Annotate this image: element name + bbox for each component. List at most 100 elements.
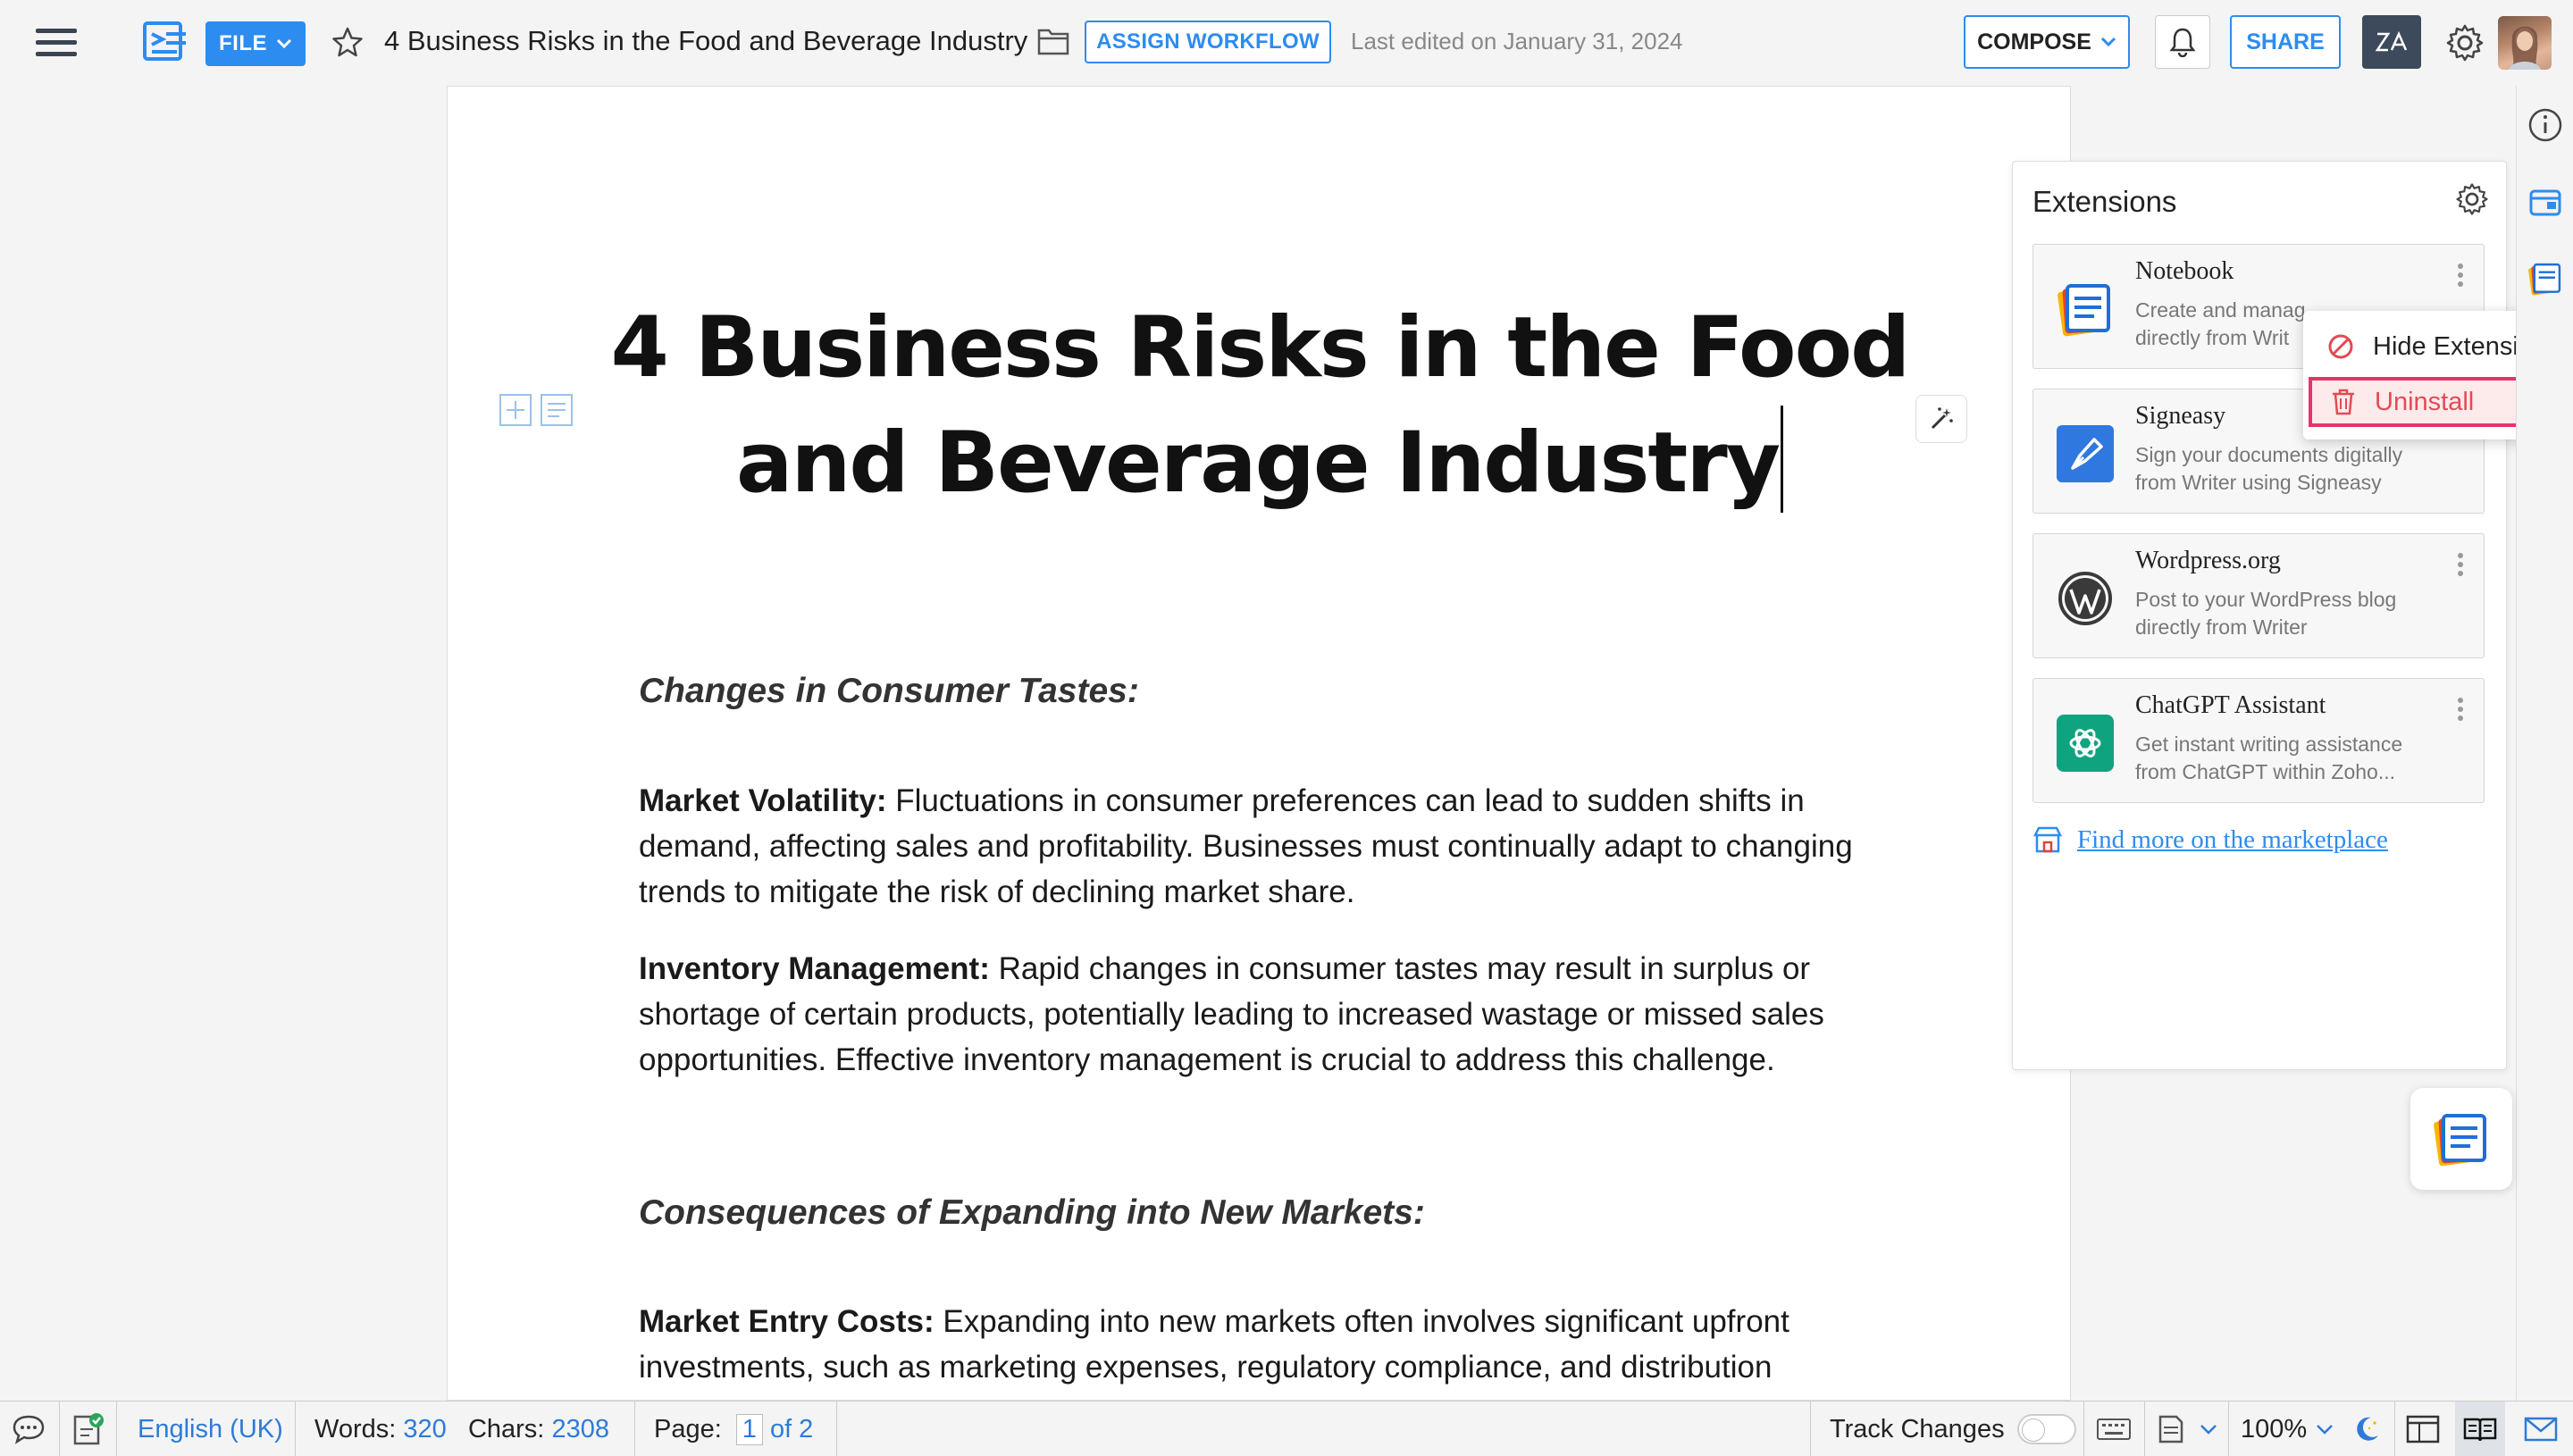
track-changes-toggle[interactable] <box>2016 1414 2076 1444</box>
divider <box>836 1402 837 1456</box>
user-avatar[interactable] <box>2498 16 2552 70</box>
section-heading: Changes in Consumer Tastes: <box>639 672 1139 710</box>
block-handles <box>499 393 574 427</box>
paragraph: Market Entry Costs: Expanding into new m… <box>639 1299 1907 1390</box>
divider <box>2228 1402 2229 1456</box>
share-button[interactable]: SHARE <box>2230 15 2341 69</box>
night-mode-icon[interactable] <box>2351 1402 2382 1456</box>
last-edited-text: Last edited on January 31, 2024 <box>1351 28 1683 54</box>
marketplace-store-icon <box>2032 826 2063 853</box>
extension-card-chatgpt[interactable]: ChatGPT Assistant Get instant writing as… <box>2032 678 2485 803</box>
chevron-down-icon <box>2317 1425 2334 1435</box>
settings-gear-icon[interactable] <box>2444 22 2485 63</box>
comments-icon[interactable] <box>11 1402 46 1456</box>
extensions-panel: Extensions Notebook Create and manag dire… <box>2012 161 2507 1070</box>
top-toolbar: FILE 4 Business Risks in the Food and Be… <box>0 0 2573 86</box>
page-indicator: Page: 1 of 2 <box>654 1402 813 1456</box>
prohibited-icon <box>2328 334 2353 359</box>
uninstall-label: Uninstall <box>2375 387 2475 416</box>
add-block-icon[interactable] <box>499 393 532 427</box>
words-value: 320 <box>403 1414 447 1443</box>
trash-icon <box>2333 389 2354 415</box>
paragraph-lead: Market Volatility: <box>639 783 887 818</box>
heading-line-1: 4 Business Risks in the Food <box>610 299 1911 397</box>
status-bar: English (UK) Words: 320 Chars: 2308 Page… <box>0 1401 2573 1456</box>
bell-icon <box>2169 28 2196 57</box>
chars-value: 2308 <box>551 1414 609 1443</box>
print-layout-view-icon[interactable] <box>2405 1402 2441 1456</box>
folder-icon[interactable] <box>1036 25 1070 57</box>
track-changes-label: Track Changes <box>1830 1414 2005 1443</box>
file-menu-button[interactable]: FILE <box>205 21 306 66</box>
page-number-input[interactable]: 1 <box>735 1413 763 1445</box>
signeasy-icon <box>2053 422 2117 486</box>
extensions-rail-icon[interactable] <box>2526 182 2565 222</box>
chars-label: Chars: <box>467 1414 545 1443</box>
divider <box>116 1402 117 1456</box>
chevron-down-icon <box>2200 1425 2217 1435</box>
paragraph-lead: Inventory Management: <box>639 951 990 986</box>
doc-status-check-icon[interactable] <box>70 1402 105 1456</box>
reading-view-icon[interactable] <box>2455 1402 2505 1456</box>
chevron-down-icon <box>2100 37 2116 47</box>
notebook-rail-icon[interactable] <box>2526 259 2565 298</box>
more-options-icon[interactable] <box>2455 261 2466 289</box>
floating-notebook-button[interactable] <box>2410 1088 2512 1190</box>
hamburger-menu-icon[interactable] <box>32 23 82 63</box>
divider <box>59 1402 60 1456</box>
star-favorite-icon[interactable] <box>331 25 365 59</box>
paragraph-lead: Market Entry Costs: <box>639 1304 934 1339</box>
extension-description: Post to your WordPress blog directly from… <box>2135 586 2439 641</box>
zoom-value: 100% <box>2241 1414 2308 1443</box>
wordpress-icon <box>2053 566 2117 631</box>
chatgpt-icon <box>2053 711 2117 775</box>
extensions-title: Extensions <box>2032 185 2177 218</box>
notebook-icon <box>2434 1114 2486 1167</box>
document-heading[interactable]: 4 Business Risks in the Food and Beverag… <box>572 291 1948 521</box>
page-layout-dropdown[interactable] <box>2155 1402 2217 1456</box>
extension-name: Signeasy <box>2135 402 2226 430</box>
notification-bell-button[interactable] <box>2155 15 2210 69</box>
section-heading: Consequences of Expanding into New Marke… <box>639 1193 1425 1232</box>
compose-button-label: COMPOSE <box>1977 29 2091 54</box>
extension-name: Notebook <box>2135 257 2234 285</box>
zoom-dropdown[interactable]: 100% <box>2241 1402 2334 1456</box>
desc-line: directly from Writer <box>2135 615 2308 639</box>
keyboard-icon[interactable] <box>2096 1402 2132 1456</box>
chevron-down-icon <box>276 38 292 49</box>
assign-workflow-button[interactable]: ASSIGN WORKFLOW <box>1085 21 1331 63</box>
divider <box>634 1402 635 1456</box>
block-format-icon[interactable] <box>540 393 574 427</box>
language-selector[interactable]: English (UK) <box>138 1402 283 1456</box>
more-options-icon[interactable] <box>2455 550 2466 579</box>
mail-feedback-icon[interactable] <box>2523 1402 2559 1456</box>
extension-description: Get instant writing assistance from ChatG… <box>2135 731 2439 786</box>
paragraph: Inventory Management: Rapid changes in c… <box>639 946 1907 1083</box>
desc-line: Post to your WordPress blog <box>2135 588 2397 611</box>
divider <box>2394 1402 2395 1456</box>
heading-line-2: and Beverage Industry <box>572 406 1948 521</box>
writer-doc-icon[interactable] <box>139 18 189 64</box>
extension-card-wordpress[interactable]: Wordpress.org Post to your WordPress blo… <box>2032 533 2485 658</box>
page-label: Page: <box>654 1414 722 1443</box>
desc-line: Sign your documents digitally <box>2135 443 2403 466</box>
divider <box>2083 1402 2084 1456</box>
zia-icon <box>2375 30 2408 52</box>
track-changes-control[interactable]: Track Changes <box>1830 1402 2076 1456</box>
zia-assistant-button[interactable] <box>2362 15 2421 69</box>
desc-line: from ChatGPT within Zoho... <box>2135 760 2396 783</box>
extensions-settings-gear-icon[interactable] <box>2454 181 2490 217</box>
marketplace-link-row[interactable]: Find more on the marketplace <box>2032 824 2388 855</box>
extension-description: Sign your documents digitally from Writer… <box>2135 441 2439 497</box>
more-options-icon[interactable] <box>2455 695 2466 724</box>
word-char-count: Words: 320 Chars: 2308 <box>314 1402 609 1456</box>
find-more-marketplace-link[interactable]: Find more on the marketplace <box>2077 825 2388 855</box>
compose-button[interactable]: COMPOSE <box>1964 15 2130 69</box>
info-icon[interactable] <box>2526 105 2565 145</box>
notebook-icon <box>2053 277 2117 341</box>
desc-line: Get instant writing assistance <box>2135 732 2403 756</box>
document-title[interactable]: 4 Business Risks in the Food and Beverag… <box>384 25 1027 57</box>
page-total: of 2 <box>769 1414 814 1443</box>
right-side-rail <box>2516 86 2573 1401</box>
file-button-label: FILE <box>219 31 267 55</box>
